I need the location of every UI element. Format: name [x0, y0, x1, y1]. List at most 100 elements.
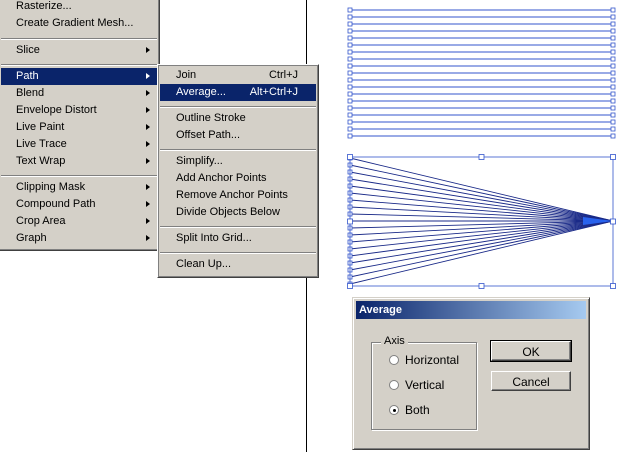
anchor-point	[610, 7, 616, 13]
anchor-point	[610, 105, 616, 111]
anchor-point	[610, 77, 616, 83]
menu-item-offset-path[interactable]: Offset Path...	[160, 127, 316, 144]
anchor-point	[610, 28, 616, 34]
horizontal-lines-group[interactable]	[347, 7, 616, 139]
submenu-arrow-icon	[146, 124, 150, 130]
menu-separator	[160, 149, 316, 151]
fan-path-line	[349, 220, 614, 250]
resize-handle	[347, 218, 353, 225]
submenu-arrow-icon	[146, 107, 150, 113]
anchor-point	[347, 126, 353, 132]
menu-item-rasterize[interactable]: Rasterize...	[1, 0, 157, 15]
anchor-point	[610, 119, 616, 125]
anchor-point	[347, 112, 353, 118]
menu-separator	[1, 38, 157, 40]
anchor-point	[347, 56, 353, 62]
anchor-point	[347, 84, 353, 90]
anchor-point	[610, 98, 616, 104]
fan-path-line	[349, 220, 614, 278]
menu-separator	[1, 175, 157, 177]
anchor-point	[347, 77, 353, 83]
menu-item-simplify[interactable]: Simplify...	[160, 153, 316, 170]
anchor-point	[347, 91, 353, 97]
ok-button[interactable]: OK	[490, 340, 572, 362]
anchor-point	[347, 7, 353, 13]
menu-item-join[interactable]: Join Ctrl+J	[160, 67, 316, 84]
anchor-point	[347, 133, 353, 139]
menu-separator	[160, 252, 316, 254]
anchor-point	[610, 42, 616, 48]
anchor-point	[347, 42, 353, 48]
menu-item-path[interactable]: Path	[1, 68, 157, 85]
axis-group-label: Axis	[381, 335, 408, 348]
menu-item-outline-stroke[interactable]: Outline Stroke	[160, 110, 316, 127]
fan-path-line	[349, 192, 614, 222]
menu-item-average[interactable]: Average... Alt+Ctrl+J	[160, 84, 316, 101]
dialog-title-bar[interactable]: Average	[356, 301, 586, 319]
submenu-arrow-icon	[146, 73, 150, 79]
submenu-arrow-icon	[146, 158, 150, 164]
submenu-arrow-icon	[146, 141, 150, 147]
anchor-point	[610, 126, 616, 132]
anchor-point	[347, 35, 353, 41]
menu-item-create-gradient-mesh[interactable]: Create Gradient Mesh...	[1, 15, 157, 32]
radio-button-checked-icon	[389, 405, 399, 415]
path-submenu: Join Ctrl+J Average... Alt+Ctrl+J Outline …	[157, 64, 319, 278]
anchor-point	[610, 56, 616, 62]
submenu-arrow-icon	[146, 235, 150, 241]
menu-item-live-paint[interactable]: Live Paint	[1, 119, 157, 136]
menu-item-split-into-grid[interactable]: Split Into Grid...	[160, 230, 316, 247]
anchor-point	[610, 63, 616, 69]
fan-path-line	[349, 164, 614, 222]
submenu-arrow-icon	[146, 47, 150, 53]
menu-separator	[160, 226, 316, 228]
menu-item-compound-path[interactable]: Compound Path	[1, 196, 157, 213]
menu-item-text-wrap[interactable]: Text Wrap	[1, 153, 157, 170]
anchor-point	[610, 133, 616, 139]
fan-lines-group[interactable]	[347, 155, 614, 287]
menu-item-live-trace[interactable]: Live Trace	[1, 136, 157, 153]
resize-handle	[610, 283, 616, 289]
anchor-point	[347, 63, 353, 69]
menu-item-clipping-mask[interactable]: Clipping Mask	[1, 179, 157, 196]
menu-item-crop-area[interactable]: Crop Area	[1, 213, 157, 230]
object-menu: Rasterize... Create Gradient Mesh... Sli…	[0, 0, 160, 251]
menu-item-divide-objects-below[interactable]: Divide Objects Below	[160, 204, 316, 221]
menu-item-graph[interactable]: Graph	[1, 230, 157, 247]
selection-bounding-box[interactable]	[347, 154, 616, 289]
resize-handle	[610, 218, 616, 225]
fan-path-line	[349, 220, 614, 285]
anchor-point	[347, 70, 353, 76]
resize-handle	[347, 154, 353, 160]
anchor-point	[610, 35, 616, 41]
menu-item-add-anchor-points[interactable]: Add Anchor Points	[160, 170, 316, 187]
anchor-point	[347, 14, 353, 20]
menu-separator	[160, 106, 316, 108]
resize-handle	[478, 283, 485, 289]
anchor-point	[347, 49, 353, 55]
menu-separator	[1, 64, 157, 66]
bounding-box-frame	[349, 156, 614, 287]
dialog-title: Average	[359, 304, 403, 316]
submenu-arrow-icon	[146, 201, 150, 207]
menu-item-slice[interactable]: Slice	[1, 42, 157, 59]
menu-item-clean-up[interactable]: Clean Up...	[160, 256, 316, 273]
resize-handle	[478, 154, 485, 160]
anchor-point	[610, 112, 616, 118]
menu-item-blend[interactable]: Blend	[1, 85, 157, 102]
fan-path-line	[349, 157, 614, 222]
anchor-point	[347, 28, 353, 34]
cancel-button[interactable]: Cancel	[491, 371, 571, 391]
anchor-point	[610, 70, 616, 76]
radio-button-icon	[389, 355, 399, 365]
resize-handle	[610, 154, 616, 160]
anchor-point	[610, 49, 616, 55]
menu-item-envelope-distort[interactable]: Envelope Distort	[1, 102, 157, 119]
anchor-point	[347, 21, 353, 27]
average-dialog: Average Axis Horizontal Vertical Both OK…	[352, 297, 590, 450]
anchor-point	[347, 105, 353, 111]
anchor-point	[610, 21, 616, 27]
menu-item-remove-anchor-points[interactable]: Remove Anchor Points	[160, 187, 316, 204]
anchor-point	[610, 91, 616, 97]
anchor-point	[610, 84, 616, 90]
